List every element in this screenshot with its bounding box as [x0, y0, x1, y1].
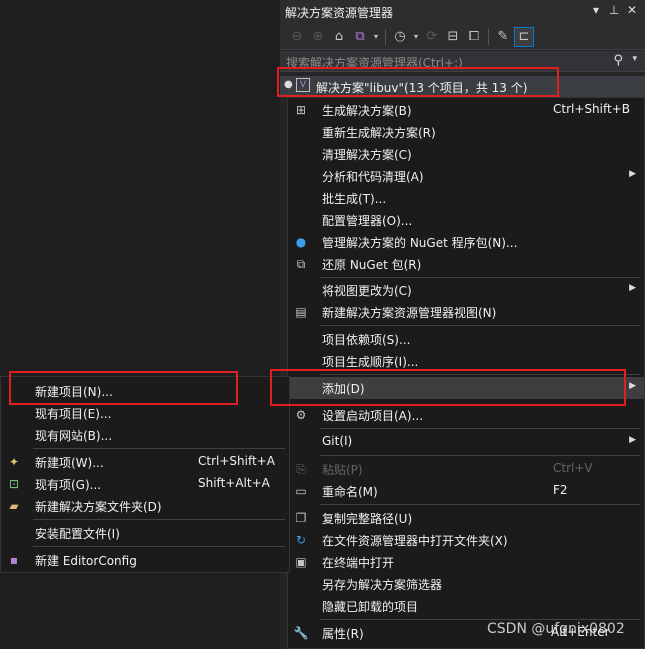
panel-title: 解决方案资源管理器 — [285, 6, 394, 20]
switch-views-icon[interactable]: ⧉ — [351, 28, 369, 46]
solution-context-menu: ⊞ 生成解决方案(B) Ctrl+Shift+B 重新生成解决方案(R) 清理解… — [287, 97, 645, 649]
open-folder-arrow-icon: ↻ — [295, 533, 307, 547]
submenu-arrow-icon: ▶ — [629, 381, 636, 391]
panel-toolbar: ⊖ ⊕ ⌂ ⧉ ▾ ◷ ▾ ⟳ ⊟ ⧠ ✎ ⊏ — [280, 24, 645, 50]
existing-item-icon: ⊡ — [8, 477, 20, 491]
pending-changes-dropdown-icon[interactable]: ▾ — [412, 28, 420, 46]
search-options-dropdown-icon[interactable]: ▾ — [632, 54, 637, 64]
menu-item-build-solution[interactable]: ⊞ 生成解决方案(B) Ctrl+Shift+B — [288, 99, 644, 121]
solution-node[interactable]: ● V 解决方案"libuv"(13 个项目，共 13 个) — [280, 76, 645, 97]
home-icon[interactable]: ⌂ — [330, 28, 348, 46]
collapse-toggle-icon[interactable]: ● — [284, 79, 293, 90]
gear-icon: ⚙ — [295, 408, 307, 422]
add-submenu: 新建项目(N)... 现有项目(E)... 现有网站(B)... ✦ 新建项(W… — [0, 376, 290, 573]
menu-item-new-editorconfig[interactable]: ▪ 新建 EditorConfig — [1, 549, 289, 571]
rename-icon: ▭ — [295, 484, 307, 498]
solution-label: 解决方案"libuv"(13 个项目，共 13 个) — [316, 81, 528, 95]
restore-packages-icon: ⧉ — [296, 257, 306, 271]
menu-item-set-startup-projects[interactable]: ⚙ 设置启动项目(A)... — [288, 404, 644, 426]
build-icon: ⊞ — [295, 103, 307, 117]
menu-item-analyze[interactable]: 分析和代码清理(A) ▶ — [288, 165, 644, 187]
search-icon[interactable]: ⚲ — [613, 53, 623, 68]
watermark: CSDN @ufgnix0802 — [487, 621, 625, 637]
pin-icon[interactable]: ⊥ — [607, 3, 621, 17]
menu-item-batch-build[interactable]: 批生成(T)... — [288, 187, 644, 209]
menu-item-hide-unloaded[interactable]: 隐藏已卸载的项目 — [288, 595, 644, 617]
menu-item-change-view[interactable]: 将视图更改为(C) ▶ — [288, 279, 644, 301]
menu-item-new-explorer-view[interactable]: ▤ 新建解决方案资源管理器视图(N) — [288, 301, 644, 323]
menu-item-paste[interactable]: ⎘ 粘贴(P) Ctrl+V — [288, 458, 644, 480]
menu-item-manage-nuget[interactable]: ● 管理解决方案的 NuGet 程序包(N)... — [288, 231, 644, 253]
views-dropdown-icon[interactable]: ▾ — [372, 28, 380, 46]
menu-item-build-order[interactable]: 项目生成顺序(I)... — [288, 350, 644, 372]
menu-item-install-config[interactable]: 安装配置文件(I) — [1, 522, 289, 544]
nuget-icon: ● — [295, 235, 307, 249]
show-all-files-icon[interactable]: ⧠ — [465, 28, 483, 46]
menu-item-new-solution-folder[interactable]: ▰ 新建解决方案文件夹(D) — [1, 495, 289, 517]
search-placeholder: 搜索解决方案资源管理器(Ctrl+;) — [286, 56, 463, 70]
menu-item-add[interactable]: 添加(D) ▶ — [288, 377, 644, 399]
wrench-icon: 🔧 — [293, 626, 309, 640]
sync-icon[interactable]: ⟳ — [423, 28, 441, 46]
menu-item-git[interactable]: Git(I) ▶ — [288, 431, 644, 453]
close-icon[interactable]: ✕ — [625, 3, 639, 17]
terminal-icon: ▣ — [295, 555, 307, 569]
menu-item-open-in-terminal[interactable]: ▣ 在终端中打开 — [288, 551, 644, 573]
preview-selected-icon[interactable]: ⊏ — [514, 26, 534, 47]
menu-item-copy-full-path[interactable]: ❐ 复制完整路径(U) — [288, 507, 644, 529]
copy-icon: ❐ — [295, 511, 307, 525]
back-icon[interactable]: ⊖ — [288, 28, 306, 46]
menu-item-rebuild-solution[interactable]: 重新生成解决方案(R) — [288, 121, 644, 143]
panel-title-bar: 解决方案资源管理器 ▾ ⊥ ✕ — [280, 0, 645, 24]
folder-icon: ▰ — [9, 499, 19, 513]
menu-item-clean-solution[interactable]: 清理解决方案(C) — [288, 143, 644, 165]
submenu-arrow-icon: ▶ — [629, 169, 636, 179]
menu-item-open-in-explorer[interactable]: ↻ 在文件资源管理器中打开文件夹(X) — [288, 529, 644, 551]
submenu-arrow-icon: ▶ — [629, 435, 636, 445]
forward-icon[interactable]: ⊕ — [309, 28, 327, 46]
editorconfig-icon: ▪ — [9, 553, 19, 567]
new-item-icon: ✦ — [8, 455, 20, 469]
menu-item-configuration-manager[interactable]: 配置管理器(O)... — [288, 209, 644, 231]
menu-item-restore-nuget[interactable]: ⧉ 还原 NuGet 包(R) — [288, 253, 644, 275]
collapse-all-icon[interactable]: ⊟ — [444, 28, 462, 46]
window-position-dropdown-icon[interactable]: ▾ — [589, 3, 603, 17]
search-box[interactable]: 搜索解决方案资源管理器(Ctrl+;) ⚲ ▾ — [280, 51, 645, 72]
new-view-icon: ▤ — [295, 305, 307, 319]
menu-item-existing-website[interactable]: 现有网站(B)... — [1, 424, 289, 446]
menu-item-save-as-filter[interactable]: 另存为解决方案筛选器 — [288, 573, 644, 595]
menu-item-rename[interactable]: ▭ 重命名(M) F2 — [288, 480, 644, 502]
menu-item-project-dependencies[interactable]: 项目依赖项(S)... — [288, 328, 644, 350]
menu-item-new-project[interactable]: 新建项目(N)... — [1, 380, 289, 402]
submenu-arrow-icon: ▶ — [629, 283, 636, 293]
menu-item-existing-item[interactable]: ⊡ 现有项(G)... Shift+Alt+A — [1, 473, 289, 495]
paste-icon: ⎘ — [296, 462, 306, 476]
solution-icon: V — [296, 78, 310, 92]
properties-wrench-icon[interactable]: ✎ — [494, 28, 512, 46]
pending-changes-icon[interactable]: ◷ — [391, 28, 409, 46]
menu-item-new-item[interactable]: ✦ 新建项(W)... Ctrl+Shift+A — [1, 451, 289, 473]
menu-item-existing-project[interactable]: 现有项目(E)... — [1, 402, 289, 424]
